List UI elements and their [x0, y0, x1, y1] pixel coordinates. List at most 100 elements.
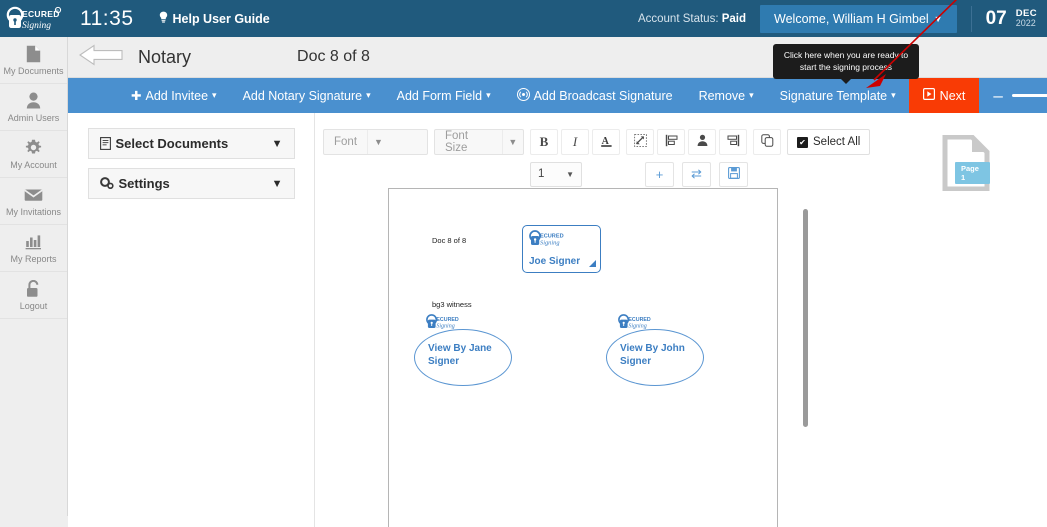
account-status: Account Status: Paid	[638, 13, 746, 25]
page-number-select[interactable]: 1 ▼	[530, 161, 582, 187]
align-left-button[interactable]	[657, 129, 685, 155]
brand-logo[interactable]: ECURED Signing R	[0, 0, 68, 37]
sidebar-item-my-reports[interactable]: My Reports	[0, 225, 67, 272]
unlock-icon	[26, 279, 41, 298]
page-thumbnail-1[interactable]: Page 1	[942, 134, 990, 196]
sidebar-bottom-filler	[0, 516, 68, 527]
remove-button[interactable]: Remove ▾	[686, 78, 767, 113]
sidebar-item-my-invitations[interactable]: My Invitations	[0, 178, 67, 225]
svg-text:ECURED: ECURED	[628, 317, 651, 323]
doc-text-witness-label: bg3 witness	[432, 300, 472, 309]
bold-button[interactable]: B	[530, 129, 558, 155]
date-month-year: DEC 2022	[1016, 8, 1037, 28]
next-label: Next	[939, 88, 966, 103]
user-menu-button[interactable]: Welcome, William H Gimbel ▼	[760, 4, 957, 33]
select-all-button[interactable]: ✔ Select All	[787, 129, 871, 155]
save-button[interactable]	[719, 161, 748, 187]
add-broadcast-signature-label: Add Broadcast Signature	[533, 88, 673, 103]
chevron-down-icon: ▾	[212, 90, 217, 100]
add-page-button[interactable]: +	[645, 161, 674, 187]
secured-signing-mini-logo-icon: ECURED Signing	[528, 230, 594, 254]
svg-text:ECURED: ECURED	[22, 9, 60, 19]
add-invitee-button[interactable]: ✚ Add Invitee ▾	[118, 78, 230, 113]
resize-icon	[633, 134, 647, 150]
header-right-group: Account Status: Paid Welcome, William H …	[638, 0, 1047, 37]
resize-button[interactable]	[626, 129, 654, 155]
select-all-label: Select All	[813, 136, 861, 148]
text-style-group: B I A	[530, 129, 620, 155]
page-thumbnail-panel: Page 1	[920, 113, 1047, 527]
chevron-down-icon: ▼	[501, 130, 523, 154]
clock: 11:35	[80, 6, 134, 30]
add-notary-signature-label: Add Notary Signature	[242, 88, 363, 103]
font-size-select[interactable]: Font Size ▼	[434, 129, 524, 155]
document-scrollbar[interactable]	[803, 209, 808, 427]
add-form-field-button[interactable]: Add Form Field ▾	[384, 78, 504, 113]
add-invitee-label: Add Invitee	[145, 88, 209, 103]
view-field-name: View By John Signer	[620, 343, 685, 367]
settings-accordion[interactable]: Settings ▼	[87, 168, 295, 199]
document-page[interactable]: Doc 8 of 8 bg3 witness ECURED Signing Jo…	[388, 188, 778, 527]
next-button-tooltip: Click here when you are ready to start t…	[773, 44, 919, 84]
svg-text:Signing: Signing	[22, 21, 51, 31]
remove-label: Remove	[698, 88, 746, 103]
resize-handle-icon[interactable]	[589, 260, 596, 267]
add-form-field-label: Add Form Field	[396, 88, 483, 103]
sidebar-item-my-documents[interactable]: My Documents	[0, 37, 67, 84]
view-field-jane-signer[interactable]: ECURED Signing View By Jane Signer	[414, 314, 512, 386]
align-center-button[interactable]	[688, 129, 716, 155]
sidebar-item-my-account[interactable]: My Account	[0, 131, 67, 178]
sidebar-item-admin-users[interactable]: Admin Users	[0, 84, 67, 131]
svg-text:ECURED: ECURED	[436, 317, 459, 323]
next-button[interactable]: Next	[908, 78, 980, 113]
document-icon	[26, 45, 41, 63]
select-documents-label: Select Documents	[115, 136, 229, 151]
bar-chart-icon	[25, 233, 42, 251]
font-select[interactable]: Font ▼	[323, 129, 428, 155]
date-display: 07 DEC 2022	[970, 5, 1037, 32]
align-center-icon	[696, 134, 709, 150]
help-user-guide-label: Help User Guide	[172, 11, 270, 26]
secured-signing-mini-logo-icon: ECURED Signing	[425, 314, 487, 337]
italic-button[interactable]: I	[561, 129, 589, 155]
zoom-control: – +	[993, 87, 1047, 104]
copy-icon	[760, 134, 774, 150]
add-broadcast-signature-button[interactable]: Add Broadcast Signature	[504, 78, 686, 113]
view-field-john-signer[interactable]: ECURED Signing View By John Signer	[606, 314, 704, 386]
sidebar-item-logout[interactable]: Logout	[0, 272, 67, 319]
font-size-placeholder: Font Size	[445, 130, 469, 154]
underline-a-icon: A	[600, 134, 613, 151]
zoom-slider[interactable]	[1011, 94, 1047, 97]
back-arrow-icon[interactable]	[78, 42, 124, 73]
main-sidebar: My Documents Admin Users My Account My I…	[0, 37, 68, 527]
signature-template-button[interactable]: Signature Template ▾	[767, 78, 909, 113]
object-tools-group	[626, 129, 747, 155]
account-status-label: Account Status:	[637, 12, 719, 25]
select-documents-accordion[interactable]: Select Documents ▼	[87, 128, 295, 159]
plus-icon: ✚	[131, 89, 142, 103]
sidebar-item-label: My Documents	[3, 65, 64, 76]
help-user-guide-link[interactable]: Help User Guide	[159, 11, 270, 26]
doc-text-doc-label: Doc 8 of 8	[432, 236, 467, 245]
align-right-button[interactable]	[719, 129, 747, 155]
view-field-name: View By Jane Signer	[428, 343, 492, 367]
page-title: Notary	[138, 46, 192, 67]
page-number-value: 1	[538, 168, 545, 180]
signature-field-name: Joe Signer	[529, 256, 581, 267]
action-toolbar: ✚ Add Invitee ▾ Add Notary Signature ▾ A…	[68, 78, 1047, 113]
tooltip-line-2: start the signing process	[799, 62, 893, 73]
signature-field-joe-signer[interactable]: ECURED Signing Joe Signer	[522, 225, 601, 273]
copy-button[interactable]	[753, 129, 781, 155]
swap-pages-button[interactable]: ⇄	[682, 161, 711, 187]
zoom-out-button[interactable]: –	[993, 87, 1002, 104]
text-color-button[interactable]: A	[592, 129, 620, 155]
add-notary-signature-button[interactable]: Add Notary Signature ▾	[230, 78, 384, 113]
chevron-down-icon: ▾	[891, 90, 896, 100]
secured-signing-logo-icon: ECURED Signing R	[5, 6, 63, 32]
page-action-buttons: + ⇄	[645, 161, 748, 187]
chevron-down-icon: ▼	[933, 13, 943, 24]
align-left-icon	[665, 134, 678, 150]
secured-signing-mini-logo-icon: ECURED Signing	[617, 314, 679, 337]
app-root: ECURED Signing R 11:35 Help User Guide A…	[0, 0, 1047, 527]
user-icon	[26, 92, 41, 110]
